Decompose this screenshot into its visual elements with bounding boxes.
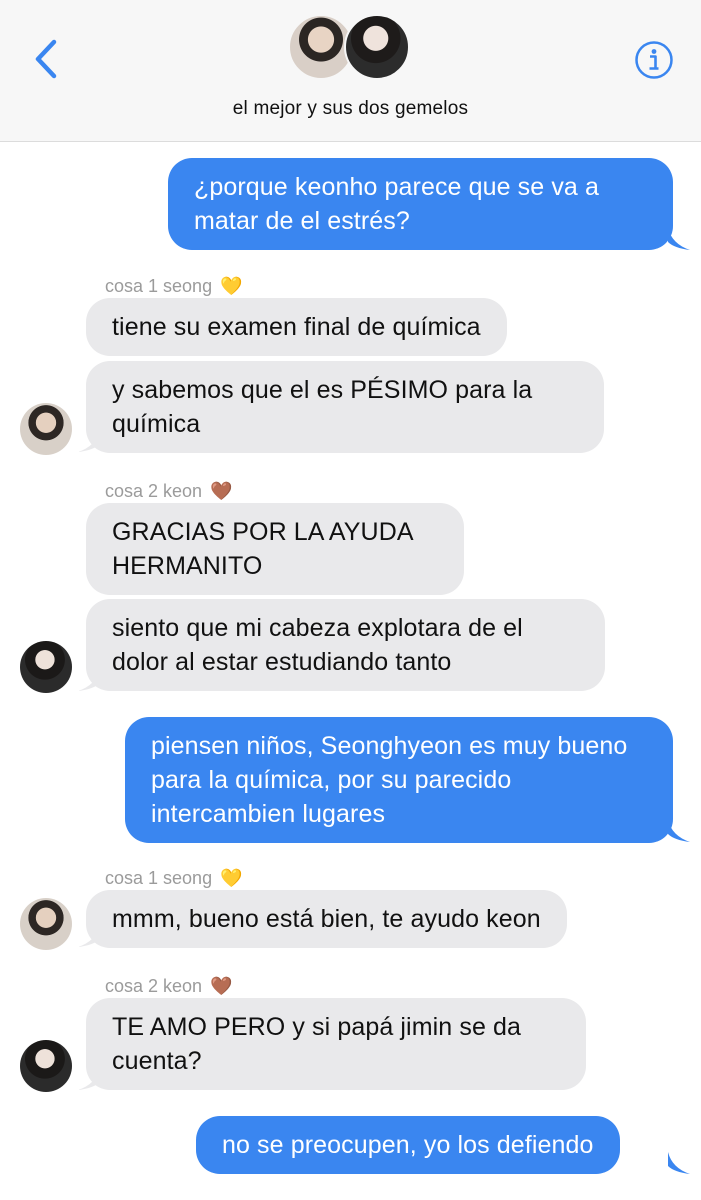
avatar-keon[interactable] [20,641,72,693]
sender-label: cosa 1 seong 💛 [105,868,243,889]
bubble-tail [668,228,690,250]
sender-name: cosa 2 keon [105,481,203,501]
sender-label: cosa 2 keon 🤎 [105,481,233,502]
sender-name: cosa 1 seong [105,276,213,296]
message-outgoing[interactable]: no se preocupen, yo los defiendo [196,1116,620,1174]
message-incoming[interactable]: tiene su examen final de química [86,298,507,356]
group-name[interactable]: el mejor y sus dos gemelos [0,98,701,120]
message-incoming[interactable]: TE AMO PERO y si papá jimin se da cuenta… [86,998,586,1090]
group-avatars[interactable] [288,14,418,84]
chevron-left-icon [35,39,57,79]
sender-label: cosa 2 keon 🤎 [105,976,233,997]
bubble-tail [78,669,100,691]
message-incoming[interactable]: GRACIAS POR LA AYUDA HERMANITO [86,503,464,595]
avatar-seong[interactable] [20,403,72,455]
bubble-tail [78,430,100,452]
bubble-tail [78,925,100,947]
avatar-keon[interactable] [20,1040,72,1092]
info-button[interactable] [634,40,674,80]
message-incoming[interactable]: y sabemos que el es PÉSIMO para la quími… [86,361,604,453]
yellow-heart-icon: 💛 [220,868,243,888]
chat-header: el mejor y sus dos gemelos [0,0,701,142]
message-outgoing[interactable]: ¿porque keonho parece que se va a matar … [168,158,673,250]
back-button[interactable] [26,34,66,84]
brown-heart-icon: 🤎 [210,976,233,996]
message-incoming[interactable]: siento que mi cabeza explotara de el dol… [86,599,605,691]
bubble-tail [668,820,690,842]
sender-name: cosa 2 keon [105,976,203,996]
sender-label: cosa 1 seong 💛 [105,276,243,297]
yellow-heart-icon: 💛 [220,276,243,296]
avatar-seong[interactable] [20,898,72,950]
info-icon [635,41,673,79]
message-incoming[interactable]: mmm, bueno está bien, te ayudo keon [86,890,567,948]
sender-name: cosa 1 seong [105,868,213,888]
message-outgoing[interactable]: piensen niños, Seonghyeon es muy bueno p… [125,717,673,843]
bubble-tail [78,1068,100,1090]
brown-heart-icon: 🤎 [210,481,233,501]
avatar-keon [344,14,410,80]
bubble-tail [668,1152,690,1174]
